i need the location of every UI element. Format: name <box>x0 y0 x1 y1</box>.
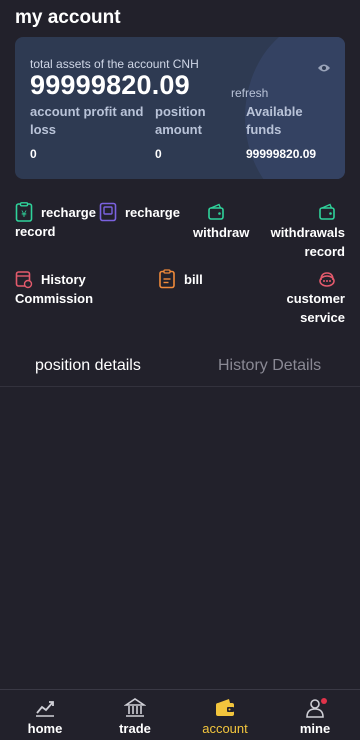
page-title: my account <box>15 7 121 28</box>
total-assets-amount: 99999820.09 <box>30 70 190 100</box>
available-funds-label: Available funds <box>246 104 303 137</box>
wallet-icon <box>216 699 234 716</box>
recharge-link[interactable]: recharge <box>125 203 180 222</box>
nav-mine-label: mine <box>299 721 331 736</box>
refresh-link[interactable]: refresh <box>231 86 268 100</box>
tab-position-details[interactable]: position details <box>35 357 141 375</box>
bill-icon[interactable] <box>158 269 176 289</box>
customer-service-link[interactable]: customer service <box>260 289 345 327</box>
position-amount-label: position amount <box>155 104 206 137</box>
bottom-navigation: home trade account mine <box>0 689 360 740</box>
recharge-icon[interactable] <box>99 202 117 222</box>
notification-dot <box>321 698 327 704</box>
position-amount-value: 0 <box>155 147 162 161</box>
profit-loss-label: account profit and loss <box>30 104 144 137</box>
withdraw-link[interactable]: withdraw <box>193 223 249 242</box>
withdraw-icon[interactable] <box>207 203 225 223</box>
nav-mine[interactable]: mine <box>270 690 360 740</box>
withdrawals-record-icon[interactable] <box>318 203 336 223</box>
customer-service-icon[interactable] <box>318 270 336 290</box>
nav-trade[interactable]: trade <box>90 690 180 740</box>
history-commission-link[interactable]: History Commission <box>15 270 105 308</box>
recharge-record-link[interactable]: recharge record <box>15 203 105 241</box>
withdrawals-record-link[interactable]: withdrawals record <box>260 223 345 261</box>
profit-loss-value: 0 <box>30 147 37 161</box>
nav-home[interactable]: home <box>0 690 90 740</box>
available-funds-value: 99999820.09 <box>246 147 317 161</box>
account-summary-card: total assets of the account CNH 99999820… <box>15 37 345 179</box>
nav-account-label: account <box>202 721 248 736</box>
bill-link[interactable]: bill <box>184 270 203 289</box>
eye-icon[interactable] <box>317 62 331 74</box>
bank-icon <box>124 698 146 717</box>
tab-history-details[interactable]: History Details <box>218 357 321 375</box>
details-tabs: position details History Details <box>0 348 360 387</box>
total-assets-label: total assets of the account CNH <box>30 57 199 71</box>
nav-account[interactable]: account <box>180 690 270 740</box>
chart-trend-icon <box>36 701 54 717</box>
nav-trade-label: trade <box>119 721 151 736</box>
nav-home-label: home <box>27 721 63 736</box>
